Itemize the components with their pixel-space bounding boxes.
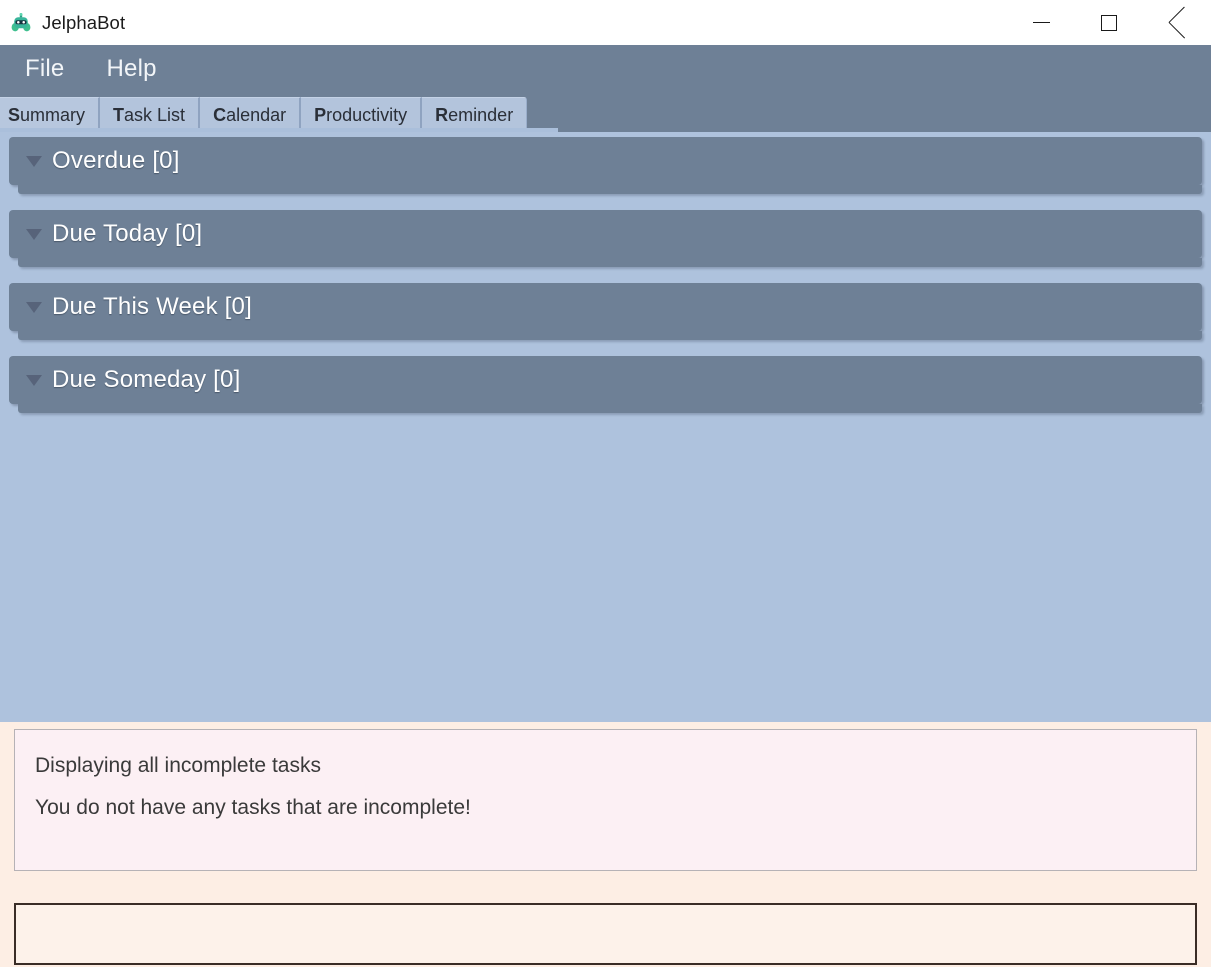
tab-reminder-mnemonic: R <box>435 104 449 125</box>
tab-summary[interactable]: Summary <box>0 97 101 132</box>
tab-strip: Summary Task List Calendar Productivity … <box>0 93 1211 132</box>
section-due-someday-body <box>18 404 1202 413</box>
title-bar: JelphaBot <box>0 0 1211 45</box>
section-due-today: Due Today [0] <box>9 210 1202 267</box>
window-controls <box>1007 0 1211 45</box>
tab-productivity-label: roductivity <box>326 104 408 125</box>
chevron-down-icon <box>26 228 42 240</box>
section-due-today-body <box>18 258 1202 267</box>
tab-task-list-mnemonic: T <box>113 104 125 125</box>
section-due-today-title: Due Today [0] <box>52 220 203 247</box>
tab-task-list[interactable]: Task List <box>100 97 201 132</box>
section-due-this-week-header[interactable]: Due This Week [0] <box>9 283 1202 331</box>
minimize-icon <box>1032 22 1050 23</box>
tab-summary-mnemonic: S <box>8 104 21 125</box>
close-icon <box>1169 14 1186 31</box>
minimize-button[interactable] <box>1007 0 1075 45</box>
section-overdue-body <box>18 185 1202 194</box>
tab-calendar[interactable]: Calendar <box>200 97 302 132</box>
maximize-icon <box>1101 14 1117 31</box>
section-overdue: Overdue [0] <box>9 137 1202 194</box>
tab-reminder[interactable]: Reminder <box>422 97 528 132</box>
tab-productivity[interactable]: Productivity <box>301 97 423 132</box>
status-area: Displaying all incomplete tasks You do n… <box>0 722 1211 967</box>
summary-panel: Overdue [0] Due Today [0] Due This Week … <box>0 132 1211 722</box>
tab-list: Summary Task List Calendar Productivity … <box>0 97 528 132</box>
section-due-today-header[interactable]: Due Today [0] <box>9 210 1202 258</box>
result-message-box: Displaying all incomplete tasks You do n… <box>14 729 1197 871</box>
section-overdue-title: Overdue [0] <box>52 147 180 174</box>
application-window: JelphaBot File Help Summary Task List C … <box>0 0 1211 967</box>
section-overdue-header[interactable]: Overdue [0] <box>9 137 1202 185</box>
chevron-down-icon <box>26 374 42 386</box>
robot-icon <box>11 12 31 33</box>
tab-reminder-label: eminder <box>448 104 514 125</box>
menu-bar: File Help <box>0 45 1211 93</box>
chevron-down-icon <box>26 301 42 313</box>
tab-task-list-label: ask List <box>124 104 186 125</box>
section-due-this-week: Due This Week [0] <box>9 283 1202 340</box>
menu-item-file[interactable]: File <box>22 54 67 84</box>
window-title: JelphaBot <box>42 11 126 33</box>
section-due-someday-header[interactable]: Due Someday [0] <box>9 356 1202 404</box>
status-line-1: Displaying all incomplete tasks <box>35 754 321 777</box>
tab-productivity-mnemonic: P <box>314 104 327 125</box>
section-due-this-week-body <box>18 331 1202 340</box>
tab-calendar-label: alendar <box>226 104 287 125</box>
chevron-down-icon <box>26 155 42 167</box>
section-due-someday-title: Due Someday [0] <box>52 366 241 393</box>
close-button[interactable] <box>1143 0 1211 45</box>
tab-summary-label: ummary <box>20 104 86 125</box>
menu-item-help[interactable]: Help <box>103 54 159 84</box>
maximize-button[interactable] <box>1075 0 1143 45</box>
command-input[interactable] <box>14 903 1197 965</box>
section-due-this-week-title: Due This Week [0] <box>52 293 252 320</box>
section-due-someday: Due Someday [0] <box>9 356 1202 413</box>
status-line-2: You do not have any tasks that are incom… <box>35 796 471 819</box>
tab-calendar-mnemonic: C <box>213 104 227 125</box>
